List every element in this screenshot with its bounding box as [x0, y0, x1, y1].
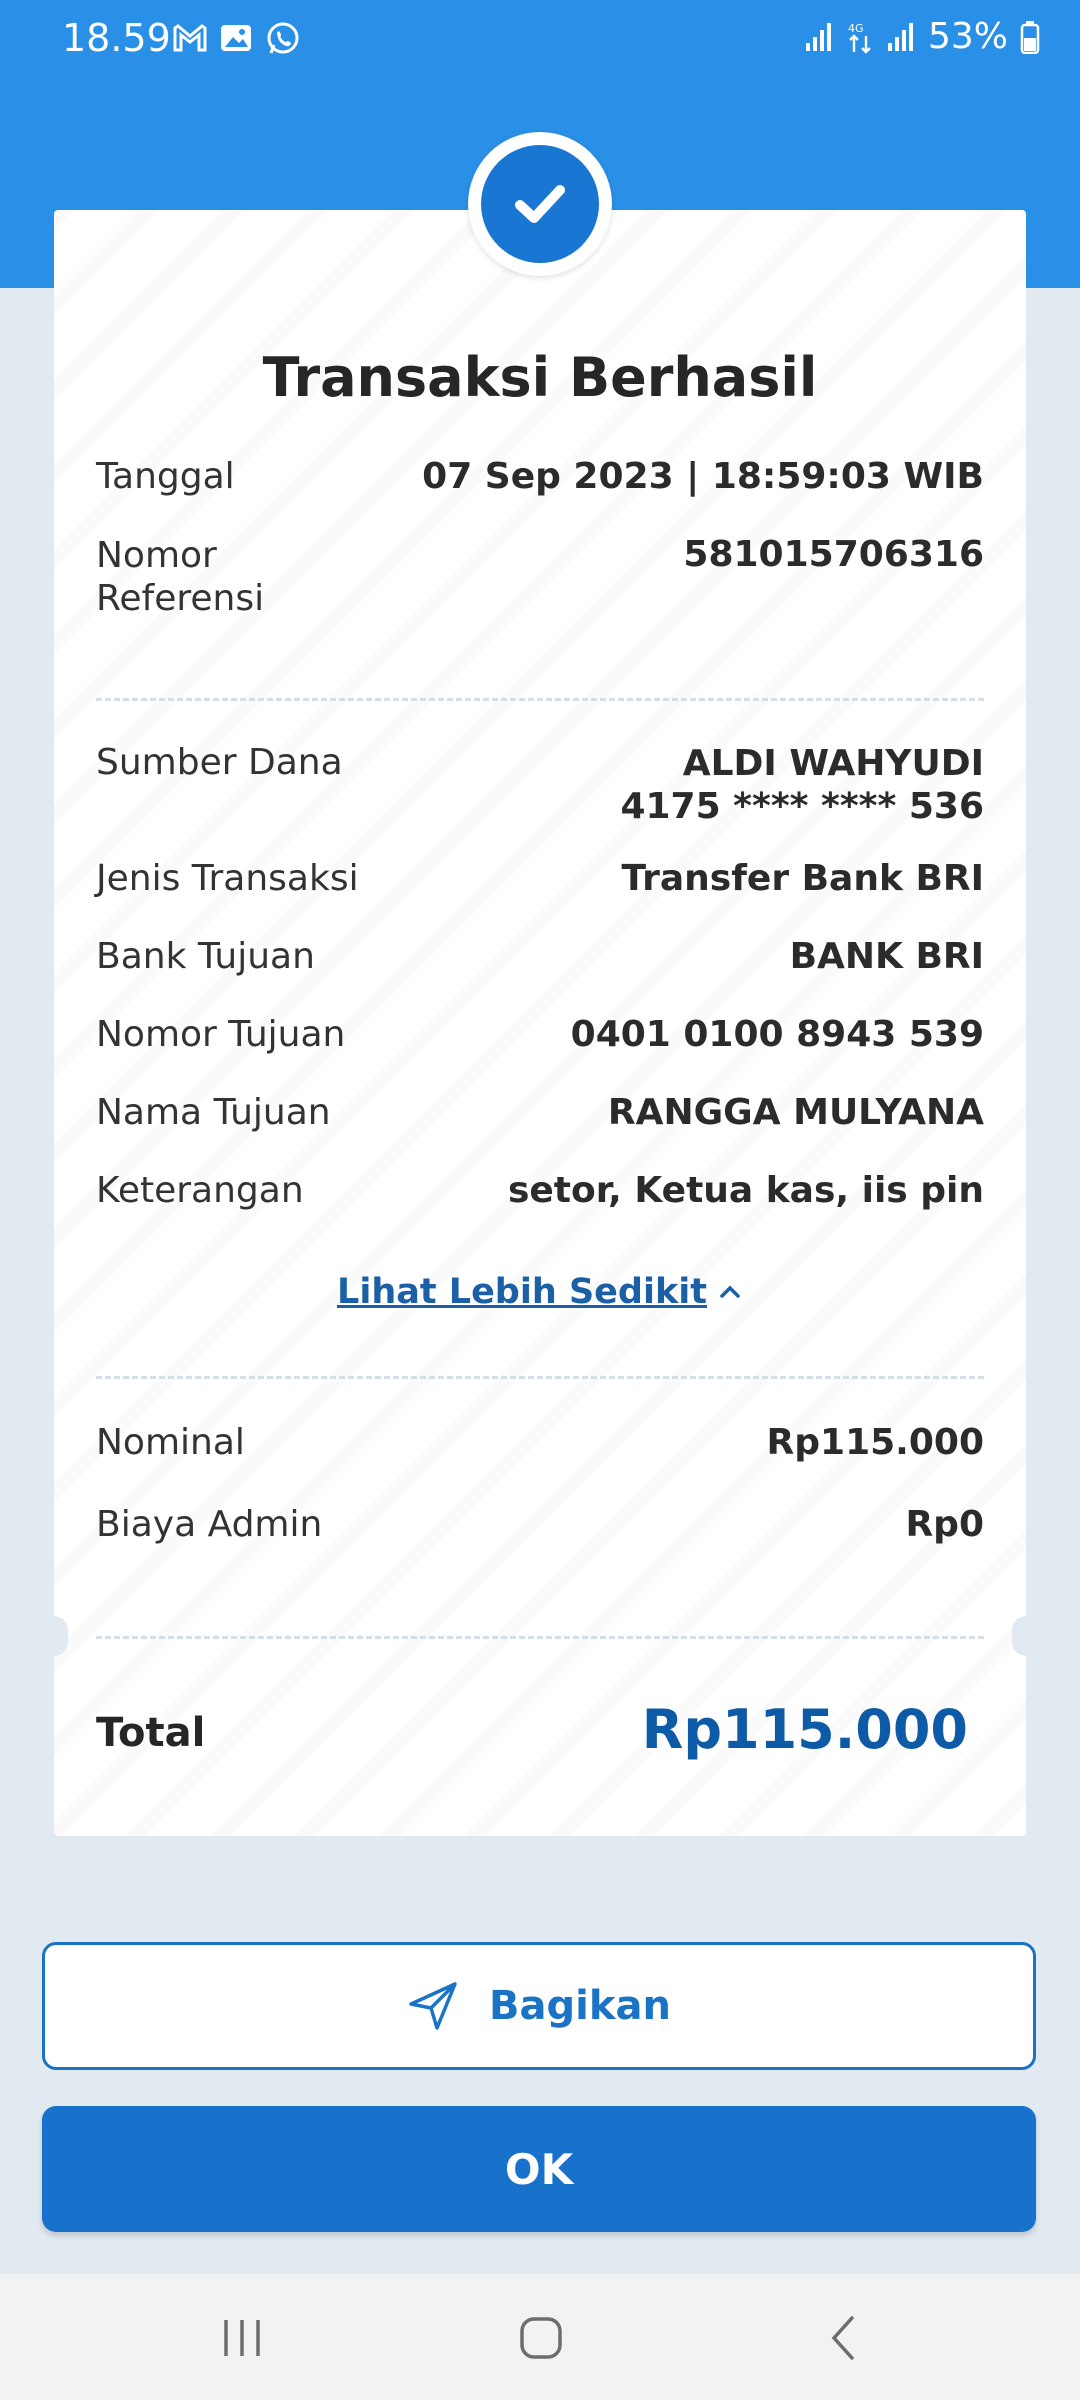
- notification-icons: [172, 20, 302, 58]
- detail-row-bank: Bank Tujuan BANK BRI: [96, 936, 984, 977]
- gmail-icon: [173, 24, 207, 52]
- divider: [96, 1636, 984, 1639]
- back-icon[interactable]: [826, 2314, 862, 2362]
- detail-row-destination-name: Nama Tujuan RANGGA MULYANA: [96, 1092, 984, 1133]
- detail-row-admin-fee: Biaya Admin Rp0: [96, 1504, 984, 1545]
- source-account: ALDI WAHYUDI 4175 **** **** 536: [620, 742, 984, 828]
- send-icon: [409, 1982, 457, 2030]
- whatsapp-icon: [267, 22, 299, 54]
- source-number: 4175 **** **** 536: [620, 786, 984, 828]
- detail-value: 0401 0100 8943 539: [570, 1014, 984, 1055]
- detail-label: Tanggal: [96, 456, 235, 497]
- check-circle-icon: [481, 145, 599, 263]
- detail-row-source: Sumber Dana ALDI WAHYUDI 4175 **** **** …: [96, 742, 984, 828]
- total-value: Rp115.000: [641, 1698, 968, 1761]
- detail-label: Biaya Admin: [96, 1504, 323, 1545]
- detail-row-reference: Nomor Referensi 581015706316: [96, 534, 984, 620]
- battery-icon: [1020, 20, 1040, 54]
- toggle-details-label[interactable]: Lihat Lebih Sedikit: [337, 1272, 707, 1312]
- detail-value: setor, Ketua kas, iis pin: [507, 1170, 984, 1211]
- receipt-notch-right: [1012, 1616, 1040, 1656]
- battery-percent: 53%: [927, 16, 1008, 57]
- ok-button[interactable]: OK: [42, 2106, 1036, 2232]
- status-right: 4G 53%: [804, 16, 1040, 57]
- svg-text:4G: 4G: [848, 22, 864, 35]
- detail-value: Rp115.000: [766, 1422, 984, 1463]
- share-button[interactable]: Bagikan: [42, 1942, 1036, 2070]
- total-label: Total: [96, 1710, 206, 1756]
- detail-label: Nomor Tujuan: [96, 1014, 346, 1055]
- detail-label: Nomor Referensi: [96, 535, 265, 620]
- toggle-details-link[interactable]: Lihat Lebih Sedikit: [54, 1272, 1026, 1312]
- detail-row-destination-number: Nomor Tujuan 0401 0100 8943 539: [96, 1014, 984, 1055]
- network-4g-icon: 4G: [848, 22, 871, 54]
- detail-row-nominal: Nominal Rp115.000: [96, 1422, 984, 1463]
- detail-value: Transfer Bank BRI: [621, 858, 984, 899]
- receipt-notch-left: [40, 1616, 68, 1656]
- share-button-label[interactable]: Bagikan: [489, 1983, 671, 2029]
- detail-row-date: Tanggal 07 Sep 2023 | 18:59:03 WIB: [96, 456, 984, 497]
- recent-apps-icon[interactable]: [220, 2314, 264, 2362]
- divider: [96, 1376, 984, 1379]
- success-badge: [468, 132, 612, 276]
- receipt-card: Transaksi Berhasil Tanggal 07 Sep 2023 |…: [40, 132, 1040, 1846]
- total-row: Total Rp115.000: [96, 1698, 984, 1761]
- detail-row-note: Keterangan setor, Ketua kas, iis pin: [96, 1170, 984, 1211]
- signal-icon: [805, 22, 831, 51]
- source-name: ALDI WAHYUDI: [682, 743, 984, 784]
- chevron-up-icon: [720, 1285, 740, 1298]
- home-icon[interactable]: [518, 2314, 564, 2362]
- receipt-bottom-edge: [54, 1826, 1026, 1846]
- divider: [96, 698, 984, 701]
- detail-label: Bank Tujuan: [96, 936, 315, 977]
- detail-value: Rp0: [905, 1504, 984, 1545]
- page-title: Transaksi Berhasil: [262, 346, 818, 409]
- detail-value: RANGGA MULYANA: [607, 1092, 984, 1133]
- detail-label: Jenis Transaksi: [96, 858, 359, 899]
- gallery-icon: [221, 25, 251, 51]
- status-time: 18.59: [62, 16, 171, 60]
- detail-label: Nominal: [96, 1422, 245, 1463]
- signal-icon-2: [887, 22, 913, 51]
- detail-value: 07 Sep 2023 | 18:59:03 WIB: [422, 456, 984, 497]
- detail-value: 581015706316: [683, 534, 984, 575]
- detail-label: Keterangan: [96, 1170, 304, 1211]
- system-nav-bar: [0, 2274, 1080, 2400]
- status-bar: 18.59 4G 53%: [0, 0, 1080, 80]
- detail-row-type: Jenis Transaksi Transfer Bank BRI: [96, 858, 984, 899]
- detail-label: Nama Tujuan: [96, 1092, 331, 1133]
- detail-label: Sumber Dana: [96, 742, 343, 783]
- detail-value: BANK BRI: [789, 936, 984, 977]
